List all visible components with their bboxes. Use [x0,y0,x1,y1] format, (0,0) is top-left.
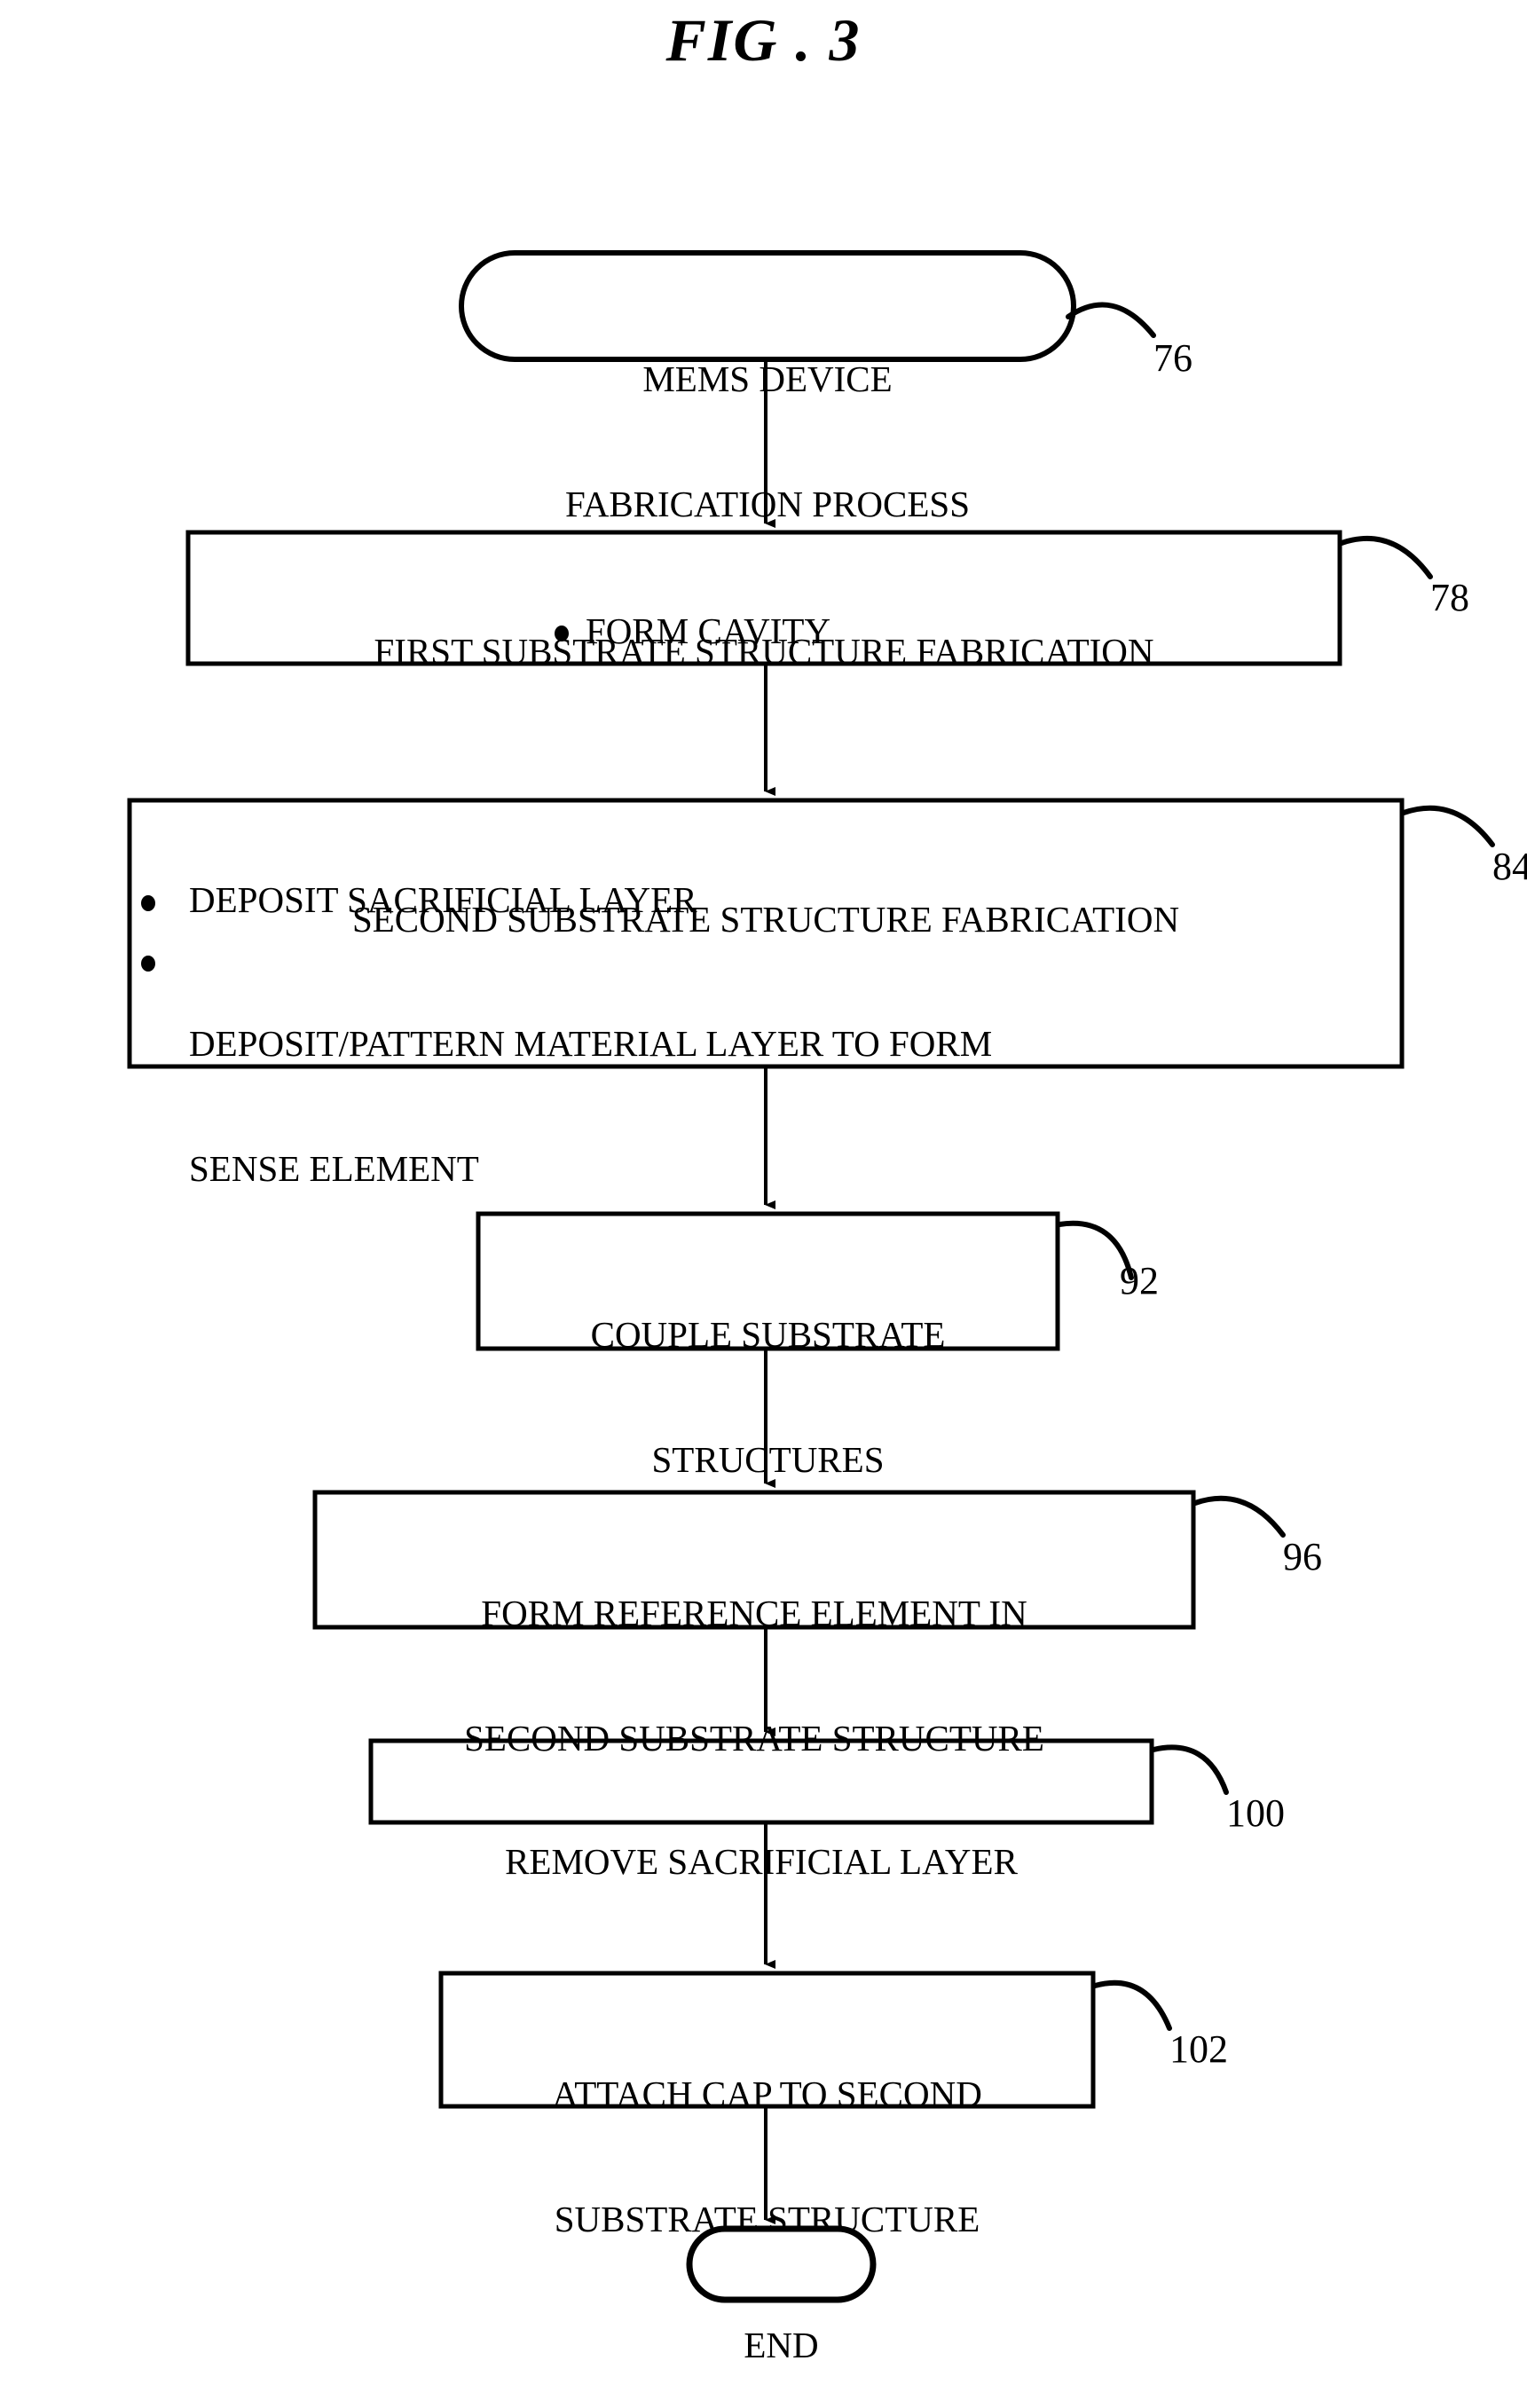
node-label-attach-line2: SUBSTRATE STRUCTURE [554,2199,980,2239]
ref-numeral-100: 100 [1226,1791,1285,1835]
node-label-second-bullet2: DEPOSIT/PATTERN MATERIAL LAYER TO FORM S… [189,940,1360,1232]
ref-numeral-84: 84 [1492,845,1527,888]
ref-numeral-78: 78 [1430,576,1469,619]
node-label-first-bullet1: FORM CAVITY [586,610,831,651]
leader-line-84 [1401,805,1495,847]
ref-numeral-102: 102 [1169,2027,1228,2071]
node-label-second-bullet2-line2: SENSE ELEMENT [189,1148,479,1189]
leader-line-76 [1066,302,1156,338]
node-label-end-line1: END [744,2325,819,2365]
node-label-reference-line2: SECOND SUBSTRATE STRUCTURE [464,1718,1044,1759]
node-label-attach-line1: ATTACH CAP TO SECOND [552,2074,982,2114]
node-label-remove-sacrificial: REMOVE SACRIFICIAL LAYER [371,1758,1152,1924]
node-label-couple-line2: STRUCTURES [651,1439,885,1480]
node-label-second-bullet2-line1: DEPOSIT/PATTERN MATERIAL LAYER TO FORM [189,1023,993,1064]
ref-numeral-96: 96 [1283,1535,1322,1578]
ref-numeral-76: 76 [1153,336,1192,380]
node-label-couple-line1: COUPLE SUBSTRATE [590,1314,946,1355]
node-label-attach-cap: ATTACH CAP TO SECOND SUBSTRATE STRUCTURE [441,1990,1093,2282]
node-label-start-line1: MEMS DEVICE [642,358,893,399]
ref-numeral-92: 92 [1120,1259,1159,1302]
node-label-end: END [689,2241,873,2408]
leader-line-78 [1339,535,1433,579]
node-label-start-line2: FABRICATION PROCESS [564,484,971,524]
leader-line-96 [1192,1495,1286,1538]
node-label-remove-line1: REMOVE SACRIFICIAL LAYER [505,1841,1018,1882]
leader-line-102 [1092,1979,1172,2031]
node-label-reference-line1: FORM REFERENCE ELEMENT IN [481,1593,1027,1633]
node-label-second-bullet1: DEPOSIT SACRIFICIAL LAYER [189,879,697,920]
node-label-couple: COUPLE SUBSTRATE STRUCTURES [478,1231,1058,1523]
node-label-start: MEMS DEVICE FABRICATION PROCESS [461,275,1074,567]
